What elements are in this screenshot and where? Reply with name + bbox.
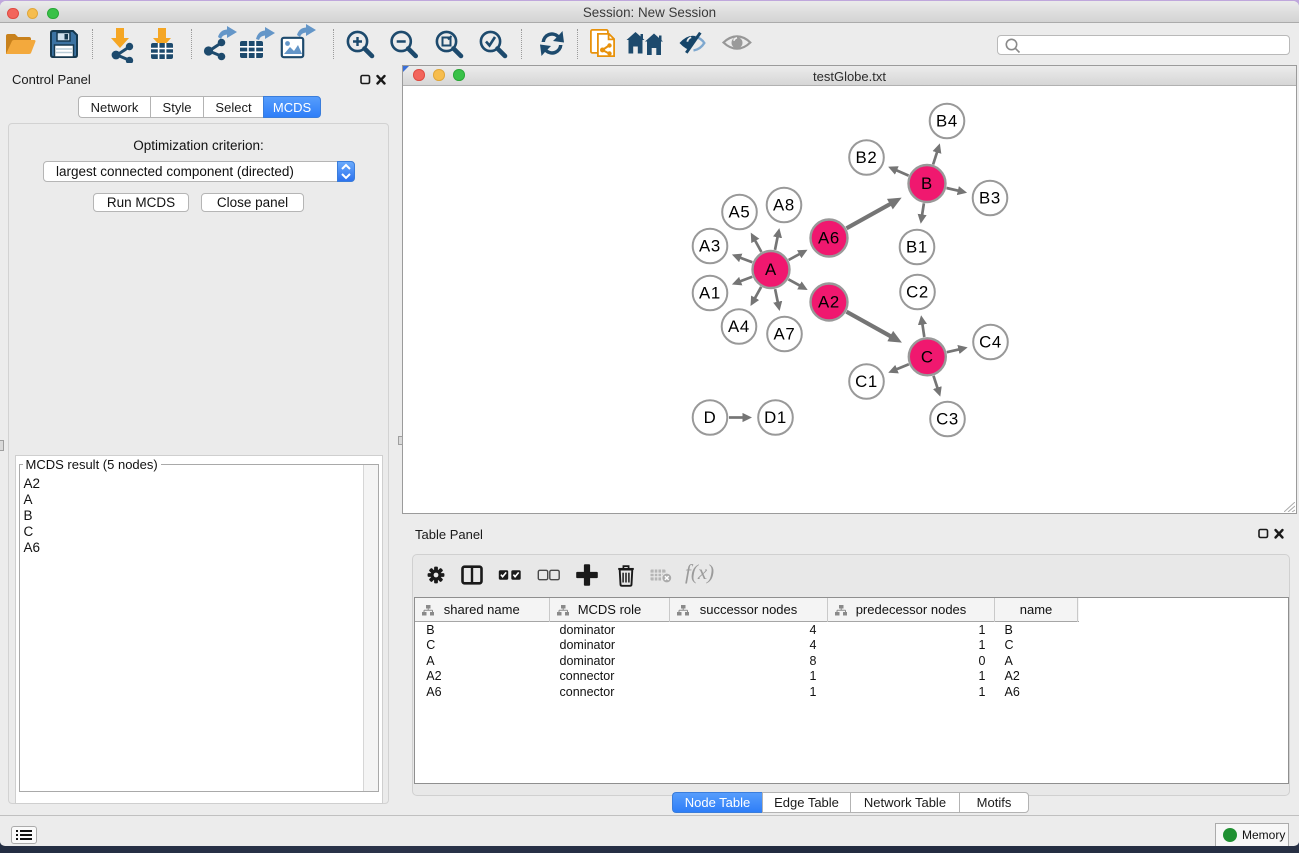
svg-text:C4: C4 xyxy=(979,332,1002,351)
svg-text:A6: A6 xyxy=(818,228,840,247)
svg-text:C1: C1 xyxy=(855,372,878,391)
svg-text:B4: B4 xyxy=(936,111,958,130)
svg-text:B1: B1 xyxy=(906,237,928,256)
svg-text:A4: A4 xyxy=(728,317,750,336)
svg-text:B2: B2 xyxy=(856,148,878,167)
svg-text:A3: A3 xyxy=(699,236,721,255)
svg-text:C3: C3 xyxy=(936,409,959,428)
svg-text:B: B xyxy=(921,174,933,193)
svg-text:D: D xyxy=(704,408,717,427)
svg-text:B3: B3 xyxy=(979,188,1001,207)
svg-text:A5: A5 xyxy=(729,202,751,221)
svg-text:C: C xyxy=(921,347,934,366)
svg-text:D1: D1 xyxy=(764,408,787,427)
svg-text:A2: A2 xyxy=(818,292,840,311)
svg-text:A: A xyxy=(765,260,777,279)
svg-text:A7: A7 xyxy=(774,324,796,343)
svg-text:A8: A8 xyxy=(773,195,795,214)
svg-text:C2: C2 xyxy=(906,282,929,301)
svg-text:A1: A1 xyxy=(699,283,721,302)
